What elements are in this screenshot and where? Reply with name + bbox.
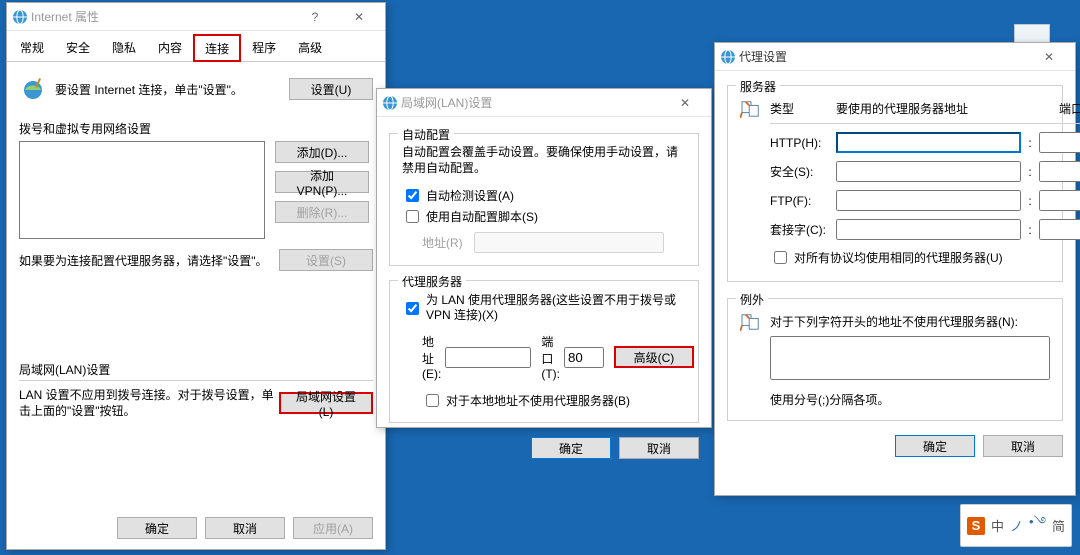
close-button[interactable]: ✕ — [663, 89, 707, 117]
proxy-port-input[interactable] — [564, 347, 604, 368]
tab-general[interactable]: 常规 — [9, 34, 55, 62]
internet-properties-dialog: Internet 属性 ? ✕ 常规 安全 隐私 内容 连接 程序 高级 要设置… — [6, 2, 386, 550]
window-title: 局域网(LAN)设置 — [399, 94, 663, 111]
tab-content-area: 要设置 Internet 连接，单击"设置"。 设置(U) 拨号和虚拟专用网络设… — [7, 62, 385, 431]
script-addr-input — [474, 232, 664, 253]
tab-security[interactable]: 安全 — [55, 34, 101, 62]
auto-detect-label: 自动检测设置(A) — [426, 187, 514, 204]
same-proxy-checkbox[interactable]: 对所有协议均使用相同的代理服务器(U) — [770, 248, 1080, 267]
exceptions-textarea[interactable] — [770, 336, 1050, 380]
servers-legend: 服务器 — [736, 78, 780, 95]
use-script-label: 使用自动配置脚本(S) — [426, 208, 538, 225]
tab-privacy[interactable]: 隐私 — [101, 34, 147, 62]
add-vpn-button[interactable]: 添加 VPN(P)... — [275, 171, 369, 193]
dial-proxy-hint: 如果要为连接配置代理服务器，请选择"设置"。 — [19, 252, 279, 269]
lan-section-title: 局域网(LAN)设置 — [19, 361, 373, 378]
dial-settings-button: 设置(S) — [279, 249, 373, 271]
moon-icon: ノ — [1010, 516, 1023, 535]
tab-bar: 常规 安全 隐私 内容 连接 程序 高级 — [7, 33, 385, 62]
row-http-label: HTTP(H): — [770, 136, 830, 150]
globe-icon — [11, 9, 29, 25]
dial-connections-list[interactable] — [19, 141, 265, 239]
ok-button[interactable]: 确定 — [117, 517, 197, 539]
ime-lang: 中 — [991, 516, 1004, 535]
same-proxy-input[interactable] — [774, 251, 787, 264]
socks-port-input[interactable] — [1039, 219, 1080, 240]
sogou-icon: S — [967, 517, 985, 535]
ok-button[interactable]: 确定 — [895, 435, 975, 457]
titlebar: 代理设置 ✕ — [715, 43, 1075, 71]
server-list-icon — [740, 100, 762, 121]
lan-settings-dialog: 局域网(LAN)设置 ✕ 自动配置 自动配置会覆盖手动设置。要确保使用手动设置，… — [376, 88, 712, 428]
remove-button: 删除(R)... — [275, 201, 369, 223]
exceptions-legend: 例外 — [736, 291, 768, 308]
col-type: 类型 — [770, 100, 830, 117]
proxy-port-label: 端口(T): — [541, 333, 560, 381]
exceptions-tip: 对于下列字符开头的地址不使用代理服务器(N): — [770, 313, 1050, 330]
row-ftp-label: FTP(F): — [770, 194, 830, 208]
titlebar: 局域网(LAN)设置 ✕ — [377, 89, 711, 117]
ok-button[interactable]: 确定 — [531, 437, 611, 459]
lan-settings-button[interactable]: 局域网设置(L) — [279, 392, 373, 414]
window-title: Internet 属性 — [29, 8, 293, 25]
tab-connections[interactable]: 连接 — [193, 34, 241, 62]
setup-button[interactable]: 设置(U) — [289, 78, 373, 100]
col-port: 端口 — [1035, 100, 1080, 117]
ftp-addr-input[interactable] — [836, 190, 1021, 211]
lan-hint: LAN 设置不应用到拨号连接。对于拨号设置，单击上面的"设置"按钮。 — [19, 387, 279, 419]
https-addr-input[interactable] — [836, 161, 1021, 182]
close-button[interactable]: ✕ — [337, 3, 381, 31]
use-script-checkbox[interactable]: 使用自动配置脚本(S) — [402, 207, 686, 226]
socks-addr-input[interactable] — [836, 219, 1021, 240]
dialog-footer: 确定 取消 应用(A) — [117, 517, 373, 539]
proxy-settings-dialog: 代理设置 ✕ 服务器 类型 要使用的代理服务器地址 端口 HTTP(H): — [714, 42, 1076, 496]
globe-icon — [719, 49, 737, 65]
exceptions-icon — [740, 313, 762, 334]
use-script-input[interactable] — [406, 210, 419, 223]
use-proxy-input[interactable] — [406, 302, 419, 315]
http-port-input[interactable] — [1039, 132, 1080, 153]
ime-mode: 简 — [1052, 516, 1065, 535]
cancel-button[interactable]: 取消 — [205, 517, 285, 539]
close-button[interactable]: ✕ — [1027, 43, 1071, 71]
bypass-local-checkbox[interactable]: 对于本地地址不使用代理服务器(B) — [422, 391, 686, 410]
https-port-input[interactable] — [1039, 161, 1080, 182]
auto-config-tip: 自动配置会覆盖手动设置。要确保使用手动设置，请禁用自动配置。 — [402, 144, 686, 176]
ftp-port-input[interactable] — [1039, 190, 1080, 211]
proxy-legend: 代理服务器 — [398, 273, 466, 290]
proxy-addr-label: 地址(E): — [422, 333, 441, 381]
add-button[interactable]: 添加(D)... — [275, 141, 369, 163]
row-https-label: 安全(S): — [770, 163, 830, 180]
titlebar: Internet 属性 ? ✕ — [7, 3, 385, 31]
dialup-section-title: 拨号和虚拟专用网络设置 — [19, 120, 373, 137]
use-proxy-label: 为 LAN 使用代理服务器(这些设置不用于拨号或 VPN 连接)(X) — [426, 293, 686, 323]
window-title: 代理设置 — [737, 48, 1027, 65]
bypass-local-label: 对于本地地址不使用代理服务器(B) — [446, 392, 630, 409]
tab-programs[interactable]: 程序 — [241, 34, 287, 62]
http-addr-input[interactable] — [836, 132, 1021, 153]
earth-wand-icon — [19, 76, 49, 102]
row-socks-label: 套接字(C): — [770, 221, 830, 238]
cancel-button[interactable]: 取消 — [983, 435, 1063, 457]
setup-hint: 要设置 Internet 连接，单击"设置"。 — [49, 81, 289, 98]
cancel-button[interactable]: 取消 — [619, 437, 699, 459]
exceptions-hint2: 使用分号(;)分隔各项。 — [770, 391, 1050, 408]
apply-button: 应用(A) — [293, 517, 373, 539]
bypass-local-input[interactable] — [426, 394, 439, 407]
proxy-addr-input[interactable] — [445, 347, 531, 368]
same-proxy-label: 对所有协议均使用相同的代理服务器(U) — [794, 249, 1003, 266]
auto-config-legend: 自动配置 — [398, 126, 454, 143]
tab-content[interactable]: 内容 — [147, 34, 193, 62]
advanced-button[interactable]: 高级(C) — [614, 346, 694, 368]
col-addr: 要使用的代理服务器地址 — [836, 100, 1029, 117]
auto-detect-checkbox[interactable]: 自动检测设置(A) — [402, 186, 686, 205]
tab-advanced[interactable]: 高级 — [287, 34, 333, 62]
auto-detect-input[interactable] — [406, 189, 419, 202]
script-addr-label: 地址(R) — [422, 234, 474, 251]
ime-indicator[interactable]: S 中 ノ •࿓ 简 — [960, 504, 1072, 547]
use-proxy-checkbox[interactable]: 为 LAN 使用代理服务器(这些设置不用于拨号或 VPN 连接)(X) — [402, 293, 686, 323]
help-button[interactable]: ? — [293, 3, 337, 31]
globe-icon — [381, 95, 399, 111]
